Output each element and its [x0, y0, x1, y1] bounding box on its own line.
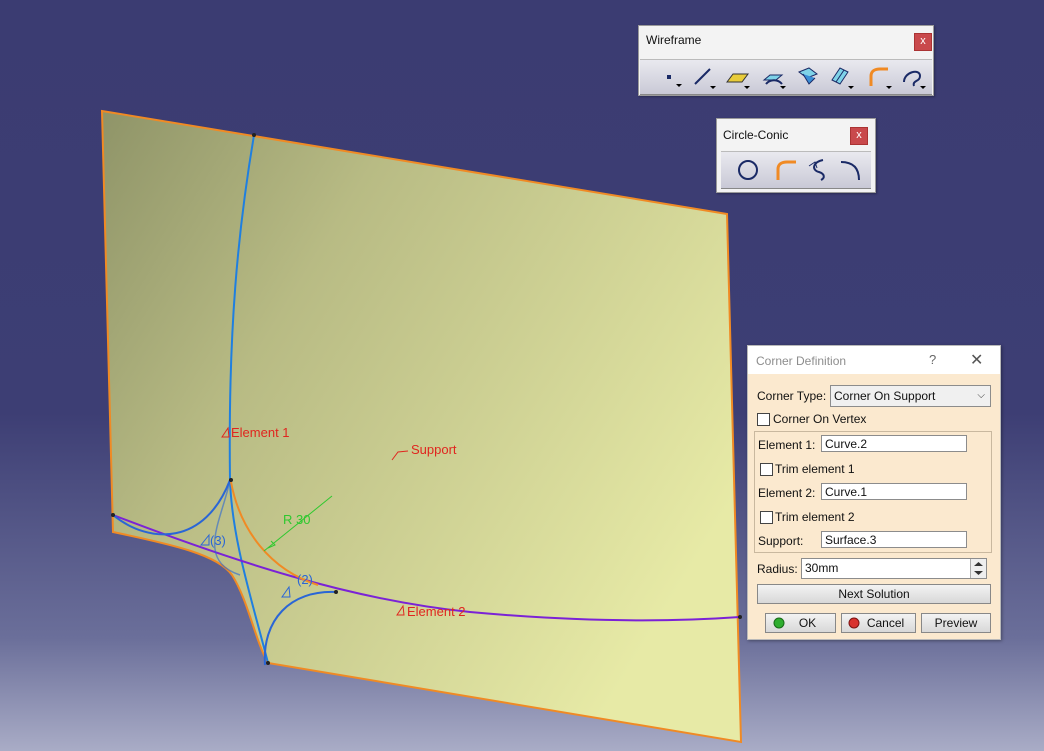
element1-field-label: Element 1: [758, 438, 816, 452]
point-icon[interactable] [656, 64, 682, 90]
circle-icon[interactable] [735, 156, 761, 182]
line-icon[interactable] [690, 64, 716, 90]
element1-label: Element 1 [231, 425, 290, 440]
solution-3-label[interactable]: (3) [210, 533, 226, 548]
chevron-down-icon: ⌵ [977, 390, 985, 401]
element1-field[interactable]: Curve.2 [821, 435, 967, 452]
help-button[interactable]: ? [929, 352, 936, 367]
element2-field-label: Element 2: [758, 486, 816, 500]
support-field-label: Support: [758, 534, 804, 548]
trim-element2-label: Trim element 2 [775, 510, 855, 524]
trim-element1-label: Trim element 1 [775, 462, 855, 476]
cancel-button[interactable]: Cancel [841, 613, 916, 633]
corner-icon[interactable] [773, 156, 799, 182]
cancel-status-icon [848, 617, 860, 629]
corner-on-vertex-label: Corner On Vertex [773, 412, 867, 426]
support-field[interactable]: Surface.3 [821, 531, 967, 548]
corner-icon[interactable] [866, 64, 892, 90]
offset-icon[interactable] [828, 64, 854, 90]
radius-label: R 30 [283, 512, 310, 527]
wireframe-close-button[interactable]: x [914, 33, 932, 51]
circle-conic-toolbar-title: Circle-Conic [723, 128, 789, 142]
corner-type-select[interactable]: Corner On Support ⌵ [830, 385, 991, 407]
support-label: Support [411, 442, 457, 457]
support-surface[interactable] [100, 109, 743, 744]
dialog-title: Corner Definition [756, 354, 847, 368]
ok-status-icon [773, 617, 785, 629]
preview-button[interactable]: Preview [921, 613, 991, 633]
circle-conic-close-button[interactable]: x [850, 127, 868, 145]
wireframe-icon-strip [640, 59, 932, 95]
spline-icon[interactable] [900, 64, 926, 90]
corner-type-label: Corner Type: [757, 389, 827, 403]
ok-label: OK [798, 616, 817, 630]
radius-field-label: Radius: [757, 562, 798, 576]
next-solution-button[interactable]: Next Solution [757, 584, 991, 604]
projection-icon[interactable] [760, 64, 786, 90]
trim-element2-checkbox[interactable] [760, 511, 773, 524]
ok-button[interactable]: OK [765, 613, 836, 633]
plane-icon[interactable] [724, 64, 750, 90]
radius-spinner[interactable] [970, 559, 986, 578]
wireframe-toolbar[interactable]: Wireframe x [638, 25, 934, 96]
conic-icon[interactable] [837, 156, 863, 182]
solution-2-label[interactable]: (2) [297, 572, 313, 587]
corner-on-vertex-checkbox[interactable] [757, 413, 770, 426]
connect-curve-icon[interactable] [805, 156, 831, 182]
element2-label: Element 2 [407, 604, 466, 619]
corner-definition-dialog[interactable]: Corner Definition ? ✕ Corner Type: Corne… [747, 345, 1001, 640]
trim-element1-checkbox[interactable] [760, 463, 773, 476]
corner-type-value: Corner On Support [834, 389, 936, 403]
dialog-close-button[interactable]: ✕ [970, 350, 983, 370]
element2-field[interactable]: Curve.1 [821, 483, 967, 500]
cancel-label: Cancel [866, 616, 905, 630]
radius-field[interactable]: 30mm [801, 558, 987, 579]
circle-conic-toolbar[interactable]: Circle-Conic x [716, 118, 876, 193]
dialog-titlebar[interactable]: Corner Definition ? ✕ [748, 346, 1000, 374]
intersection-icon[interactable] [795, 64, 821, 90]
wireframe-toolbar-title: Wireframe [646, 33, 702, 47]
radius-value: 30mm [805, 561, 839, 575]
circle-conic-icon-strip [721, 151, 871, 189]
